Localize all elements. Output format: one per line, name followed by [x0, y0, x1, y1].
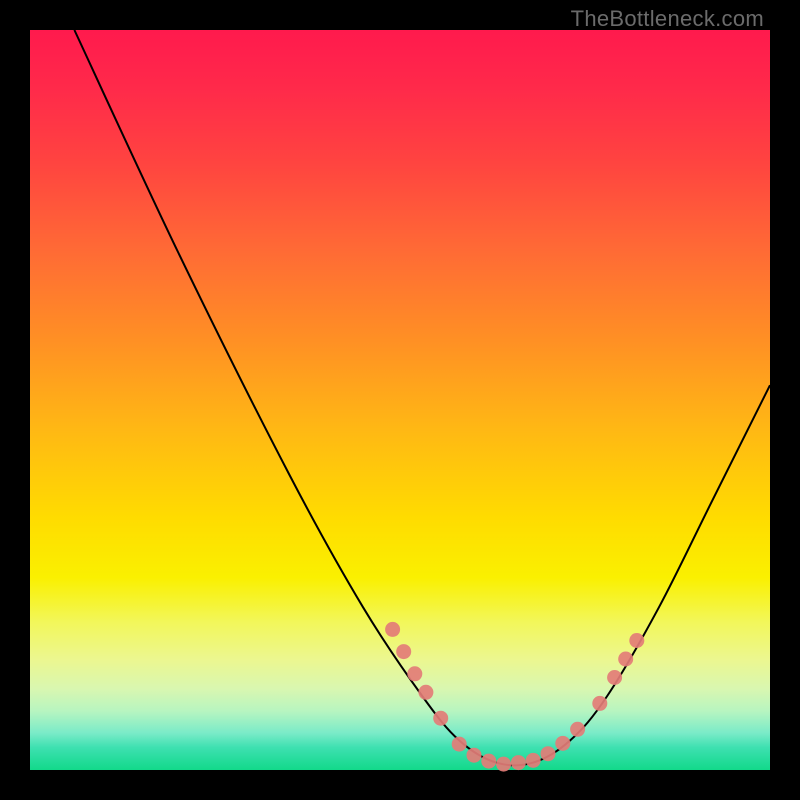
chart-plot-area — [30, 30, 770, 770]
marker-dot — [418, 685, 433, 700]
marker-dot — [407, 666, 422, 681]
marker-dot — [481, 754, 496, 769]
marker-dot — [570, 722, 585, 737]
bottleneck-curve — [74, 30, 770, 765]
marker-dot — [496, 757, 511, 772]
marker-dot — [607, 670, 622, 685]
marker-dot — [433, 711, 448, 726]
marker-dot — [618, 652, 633, 667]
marker-dot — [452, 737, 467, 752]
marker-dot — [396, 644, 411, 659]
marker-group — [385, 622, 644, 772]
marker-dot — [592, 696, 607, 711]
marker-dot — [541, 746, 556, 761]
marker-dot — [385, 622, 400, 637]
watermark-text: TheBottleneck.com — [571, 6, 764, 32]
marker-dot — [526, 753, 541, 768]
marker-dot — [555, 736, 570, 751]
marker-dot — [629, 633, 644, 648]
marker-dot — [511, 755, 526, 770]
marker-dot — [467, 748, 482, 763]
curve-svg — [30, 30, 770, 770]
